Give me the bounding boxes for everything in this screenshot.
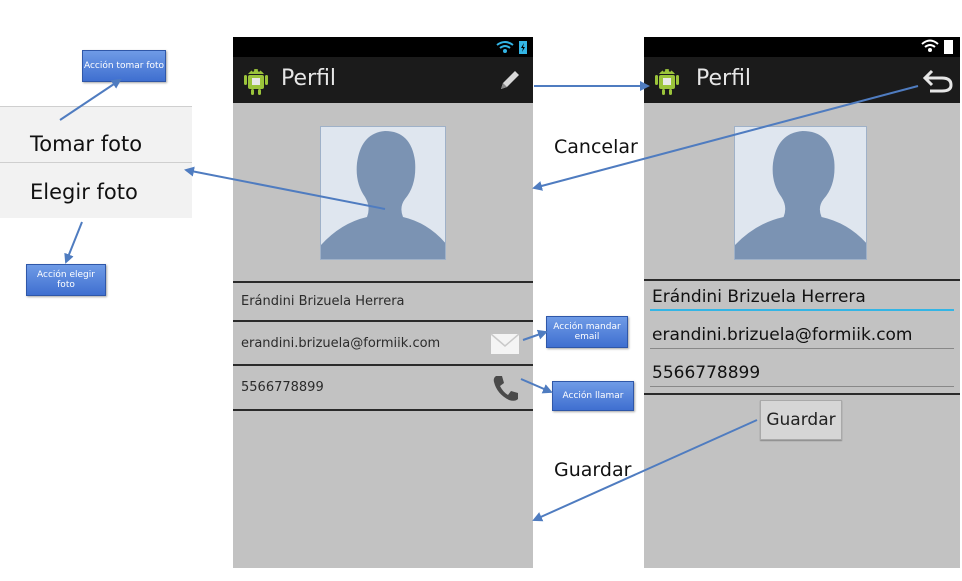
field-underline — [650, 348, 954, 349]
android-app-icon — [655, 69, 679, 95]
phone-icon[interactable] — [491, 373, 521, 403]
pencil-icon[interactable] — [495, 67, 523, 95]
email-text: erandini.brizuela@formiik.com — [241, 336, 441, 351]
email-input[interactable]: erandini.brizuela@formiik.com — [652, 325, 913, 345]
callout-choose-photo: Acción elegir foto — [26, 264, 106, 296]
page-title: Perfil — [696, 66, 752, 91]
phone-input[interactable]: 5566778899 — [652, 363, 760, 383]
profile-edit-screen: Perfil Erándini Brizuela Herrera erandin… — [644, 37, 960, 568]
name-field[interactable]: Erándini Brizuela Herrera — [650, 283, 954, 313]
callout-send-email: Acción mandar email — [546, 316, 628, 348]
undo-icon[interactable] — [922, 68, 954, 94]
save-button[interactable]: Guardar — [760, 400, 842, 440]
person-silhouette-icon — [735, 131, 866, 259]
menu-item-take-photo[interactable]: Tomar foto — [30, 132, 142, 156]
divider — [644, 279, 960, 281]
divider — [233, 409, 533, 411]
divider — [233, 281, 533, 283]
profile-photo[interactable] — [734, 126, 867, 260]
wifi-battery-icon — [921, 39, 953, 54]
phone-field[interactable]: 5566778899 — [650, 359, 954, 389]
person-silhouette-icon — [321, 131, 445, 259]
arrow-choose-photo — [64, 221, 83, 264]
action-bar: Perfil — [644, 57, 960, 103]
name-text: Erándini Brizuela Herrera — [241, 294, 405, 309]
divider — [233, 364, 533, 366]
status-bar — [233, 37, 533, 57]
wifi-battery-icon — [496, 41, 527, 54]
profile-view-screen: Perfil Erándini Brizuela Herrera erandin… — [233, 37, 533, 568]
phone-text: 5566778899 — [241, 380, 324, 395]
email-field[interactable]: erandini.brizuela@formiik.com — [650, 321, 954, 351]
divider — [644, 393, 960, 395]
menu-item-choose-photo[interactable]: Elegir foto — [30, 180, 138, 204]
photo-options-menu: Tomar foto Elegir foto — [0, 106, 192, 218]
divider — [233, 320, 533, 322]
field-underline — [650, 309, 954, 311]
page-title: Perfil — [281, 66, 337, 91]
menu-divider — [0, 106, 192, 107]
email-icon[interactable] — [490, 333, 520, 355]
status-bar — [644, 37, 960, 57]
callout-call: Acción llamar — [552, 381, 634, 411]
menu-divider — [0, 162, 192, 163]
save-label: Guardar — [554, 459, 632, 481]
callout-take-photo: Acción tomar foto — [82, 50, 166, 82]
name-input[interactable]: Erándini Brizuela Herrera — [652, 287, 866, 307]
android-app-icon — [244, 69, 268, 95]
field-underline — [650, 386, 954, 387]
profile-photo[interactable] — [320, 126, 446, 260]
action-bar: Perfil — [233, 57, 533, 103]
cancel-label: Cancelar — [554, 136, 638, 158]
